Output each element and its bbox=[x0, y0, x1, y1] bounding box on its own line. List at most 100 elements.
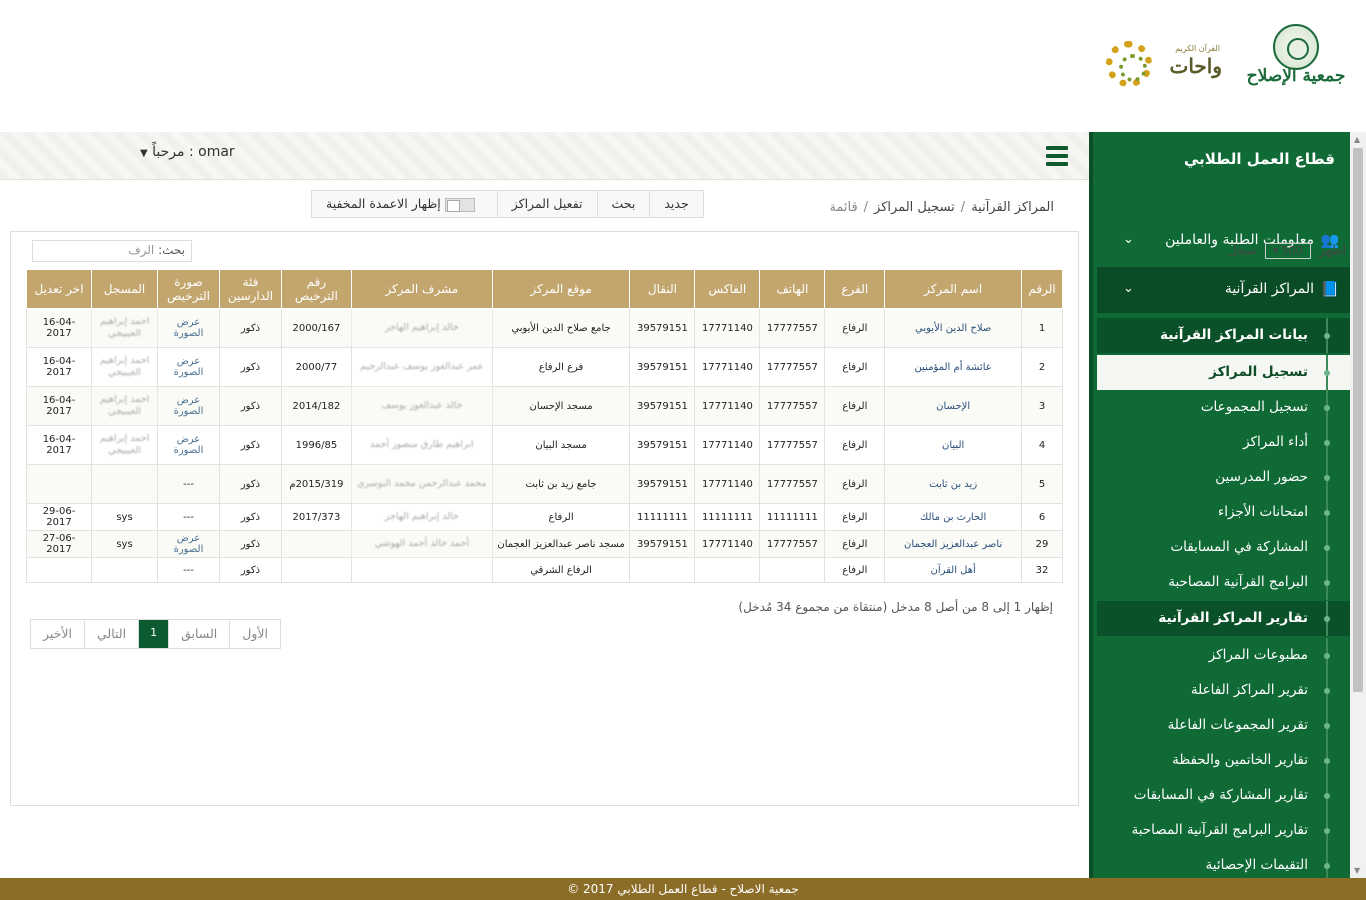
sidebar-item-active-groups-report[interactable]: تقرير المجموعات الفاعلة bbox=[1097, 708, 1350, 743]
sidebar-item-register-groups[interactable]: تسجيل المجموعات bbox=[1097, 390, 1350, 425]
sidebar-item-centers-prints[interactable]: مطبوعات المراكز bbox=[1097, 638, 1350, 673]
cell-center-name[interactable]: ناصر عبدالعزيز العجمان bbox=[884, 530, 1023, 558]
cell-number: 4 bbox=[1021, 425, 1063, 465]
search-button[interactable]: بحث bbox=[596, 191, 650, 217]
pager-prev-button[interactable]: السابق bbox=[169, 620, 231, 648]
col-mobile[interactable]: النقال bbox=[629, 269, 696, 309]
wahat-logo[interactable]: القرآن الكريم واحات bbox=[1104, 38, 1224, 94]
sidebar-item-competitions-report[interactable]: تقارير المشاركة في المسابقات bbox=[1097, 778, 1350, 813]
table-row[interactable]: 29 ناصر عبدالعزيز العجمان الرفاع 17777557 17… bbox=[25, 530, 1063, 558]
cell-mobile bbox=[629, 557, 696, 583]
pager-last-button[interactable]: الأخير bbox=[31, 620, 85, 648]
sidebar-item-teacher-attendance[interactable]: حضور المدرسين bbox=[1097, 460, 1350, 495]
new-button[interactable]: جديد bbox=[649, 191, 702, 217]
breadcrumb-centers[interactable]: المراكز القرآنية bbox=[971, 200, 1054, 215]
sidebar-item-programs[interactable]: البرامج القرآنية المصاحبة bbox=[1097, 565, 1350, 600]
col-supervisor[interactable]: مشرف المركز bbox=[350, 269, 493, 309]
sidebar-item-centers-data[interactable]: بيانات المراكز القرآنية bbox=[1097, 318, 1350, 353]
sidebar-item-centers-reports[interactable]: تقارير المراكز القرآنية bbox=[1097, 601, 1350, 636]
table-row[interactable]: 2 عائشة أم المؤمنين الرفاع 17777557 17771140… bbox=[25, 347, 1063, 387]
col-location[interactable]: موقع المركز bbox=[491, 269, 631, 309]
cell-students-category: ذكور bbox=[218, 386, 282, 426]
sidebar-item-graduates-report[interactable]: تقارير الخاتمين والحفظة bbox=[1097, 743, 1350, 778]
col-students-category[interactable]: فئة الدارسين bbox=[218, 269, 282, 309]
col-license-image[interactable]: صورة الترخيص bbox=[157, 269, 220, 309]
sidebar-item-register-centers[interactable]: تسجيل المراكز bbox=[1097, 355, 1350, 390]
cell-license-number: 2000/167 bbox=[280, 308, 352, 348]
cell-last-modified: 16-04-2017 bbox=[25, 308, 93, 348]
col-center-name[interactable]: اسم المركز bbox=[884, 269, 1023, 309]
pager-next-button[interactable]: التالي bbox=[85, 620, 140, 648]
bullet-icon bbox=[1324, 863, 1330, 869]
col-registrar[interactable]: المسجل bbox=[91, 269, 158, 309]
wahat-ring-icon bbox=[1106, 41, 1152, 87]
col-phone[interactable]: الهاتف bbox=[759, 269, 826, 309]
sidebar-item-active-centers-report[interactable]: تقرير المراكز الفاعلة bbox=[1097, 673, 1350, 708]
cell-center-name[interactable]: أهل القرآن bbox=[884, 557, 1023, 583]
toggle-switch[interactable] bbox=[444, 197, 475, 212]
cell-center-name[interactable]: زيد بن ثابت bbox=[884, 464, 1023, 504]
user-menu[interactable]: ▼ مرحباً : omar bbox=[140, 144, 235, 160]
scrollbar-thumb[interactable] bbox=[1353, 148, 1363, 692]
cell-license-image[interactable]: عرض الصورة bbox=[157, 347, 220, 387]
page-length-value: 500 bbox=[1281, 244, 1303, 257]
breadcrumb-register-centers[interactable]: تسجيل المراكز bbox=[874, 200, 955, 215]
pager-first-button[interactable]: الأول bbox=[230, 620, 280, 648]
scroll-up-icon[interactable]: ▲ bbox=[1354, 135, 1360, 144]
col-license-number[interactable]: رقم الترخيص bbox=[280, 269, 352, 309]
scroll-down-icon[interactable]: ▼ bbox=[1354, 866, 1360, 875]
cell-number: 29 bbox=[1021, 530, 1063, 558]
cell-license-image[interactable]: عرض الصورة bbox=[157, 308, 220, 348]
show-hidden-columns-toggle[interactable]: إظهار الاعمدة المخفية bbox=[312, 191, 497, 217]
cell-center-name[interactable]: صلاح الدين الأيوبي bbox=[884, 308, 1023, 348]
sidebar-item-competitions[interactable]: المشاركة في المسابقات bbox=[1097, 530, 1350, 565]
table-row[interactable]: 3 الإحسان الرفاع 17777557 17771140 39579151 مس… bbox=[25, 386, 1063, 426]
menu-toggle-icon[interactable] bbox=[1046, 146, 1068, 166]
cell-mobile: 11111111 bbox=[629, 503, 696, 531]
cell-center-name[interactable]: الحارث بن مالك bbox=[884, 503, 1023, 531]
col-last-modified[interactable]: اخر تعديل bbox=[25, 269, 93, 309]
col-fax[interactable]: الفاكس bbox=[694, 269, 761, 309]
cell-license-number: 2000/77 bbox=[280, 347, 352, 387]
table-row[interactable]: 5 زيد بن ثابت الرفاع 17777557 17771140 395791… bbox=[25, 464, 1063, 504]
cell-registrar: احمد إبراهيم الغيبيجي bbox=[91, 347, 158, 387]
cell-license-image: --- bbox=[157, 503, 220, 531]
table-row[interactable]: 32 أهل القرآن الرفاع الرفاع الشرقي ذكور --- bbox=[25, 557, 1063, 583]
page-scrollbar[interactable]: ▲ ▼ bbox=[1350, 132, 1366, 878]
table-search-input[interactable]: بحث: الرف bbox=[32, 240, 192, 262]
sidebar-section-centers[interactable]: 📘 المراكز القرآنية ⌄ bbox=[1097, 267, 1350, 313]
table-row[interactable]: 4 البيان الرفاع 17777557 17771140 39579151 مسج… bbox=[25, 425, 1063, 465]
col-branch[interactable]: الفرع bbox=[824, 269, 886, 309]
sidebar-item-label: التقيمات الإحصائية bbox=[1205, 857, 1308, 873]
cell-center-name[interactable]: عائشة أم المؤمنين bbox=[884, 347, 1023, 387]
cell-center-name[interactable]: الإحسان bbox=[884, 386, 1023, 426]
cell-supervisor: أحمد خالد أحمد الهوشي bbox=[350, 530, 493, 558]
cell-center-name[interactable]: البيان bbox=[884, 425, 1023, 465]
cell-license-image[interactable]: عرض الصورة bbox=[157, 425, 220, 465]
activate-centers-button[interactable]: تفعيل المراكز bbox=[496, 191, 597, 217]
sidebar-item-label: مطبوعات المراكز bbox=[1208, 647, 1308, 663]
bullet-icon bbox=[1324, 758, 1330, 764]
col-number[interactable]: الرقم bbox=[1021, 269, 1063, 309]
cell-students-category: ذكور bbox=[218, 530, 282, 558]
islah-logo[interactable]: جمعية الإصلاح bbox=[1236, 22, 1356, 92]
cell-branch: الرفاع bbox=[824, 503, 886, 531]
sidebar-item-statistics[interactable]: التقيمات الإحصائية bbox=[1097, 848, 1350, 878]
page-length-select[interactable]: 500 ▾ bbox=[1264, 243, 1311, 259]
cell-number: 6 bbox=[1021, 503, 1063, 531]
sidebar-item-label: تقارير الخاتمين والحفظة bbox=[1172, 752, 1308, 768]
cell-fax: 17771140 bbox=[694, 347, 761, 387]
cell-license-image[interactable]: عرض الصورة bbox=[157, 530, 220, 558]
cell-mobile: 39579151 bbox=[629, 386, 696, 426]
sidebar-item-centers-performance[interactable]: أداء المراكز bbox=[1097, 425, 1350, 460]
search-label: بحث: bbox=[158, 243, 185, 257]
table-row[interactable]: 1 صلاح الدين الأيوبي الرفاع 17777557 1777114… bbox=[25, 308, 1063, 348]
sidebar-item-part-exams[interactable]: امتحانات الأجزاء bbox=[1097, 495, 1350, 530]
table-row[interactable]: 6 الحارث بن مالك الرفاع 11111111 11111111 111… bbox=[25, 503, 1063, 531]
breadcrumb: المراكز القرآنية/تسجيل المراكز/قائمة bbox=[829, 200, 1054, 215]
pager-current-page[interactable]: 1 bbox=[139, 620, 170, 648]
sidebar-item-programs-report[interactable]: تقارير البرامج القرآنية المصاحبة bbox=[1097, 813, 1350, 848]
islah-logo-text: جمعية الإصلاح bbox=[1246, 66, 1346, 86]
book-icon: 📘 bbox=[1320, 280, 1340, 298]
cell-license-image[interactable]: عرض الصورة bbox=[157, 386, 220, 426]
